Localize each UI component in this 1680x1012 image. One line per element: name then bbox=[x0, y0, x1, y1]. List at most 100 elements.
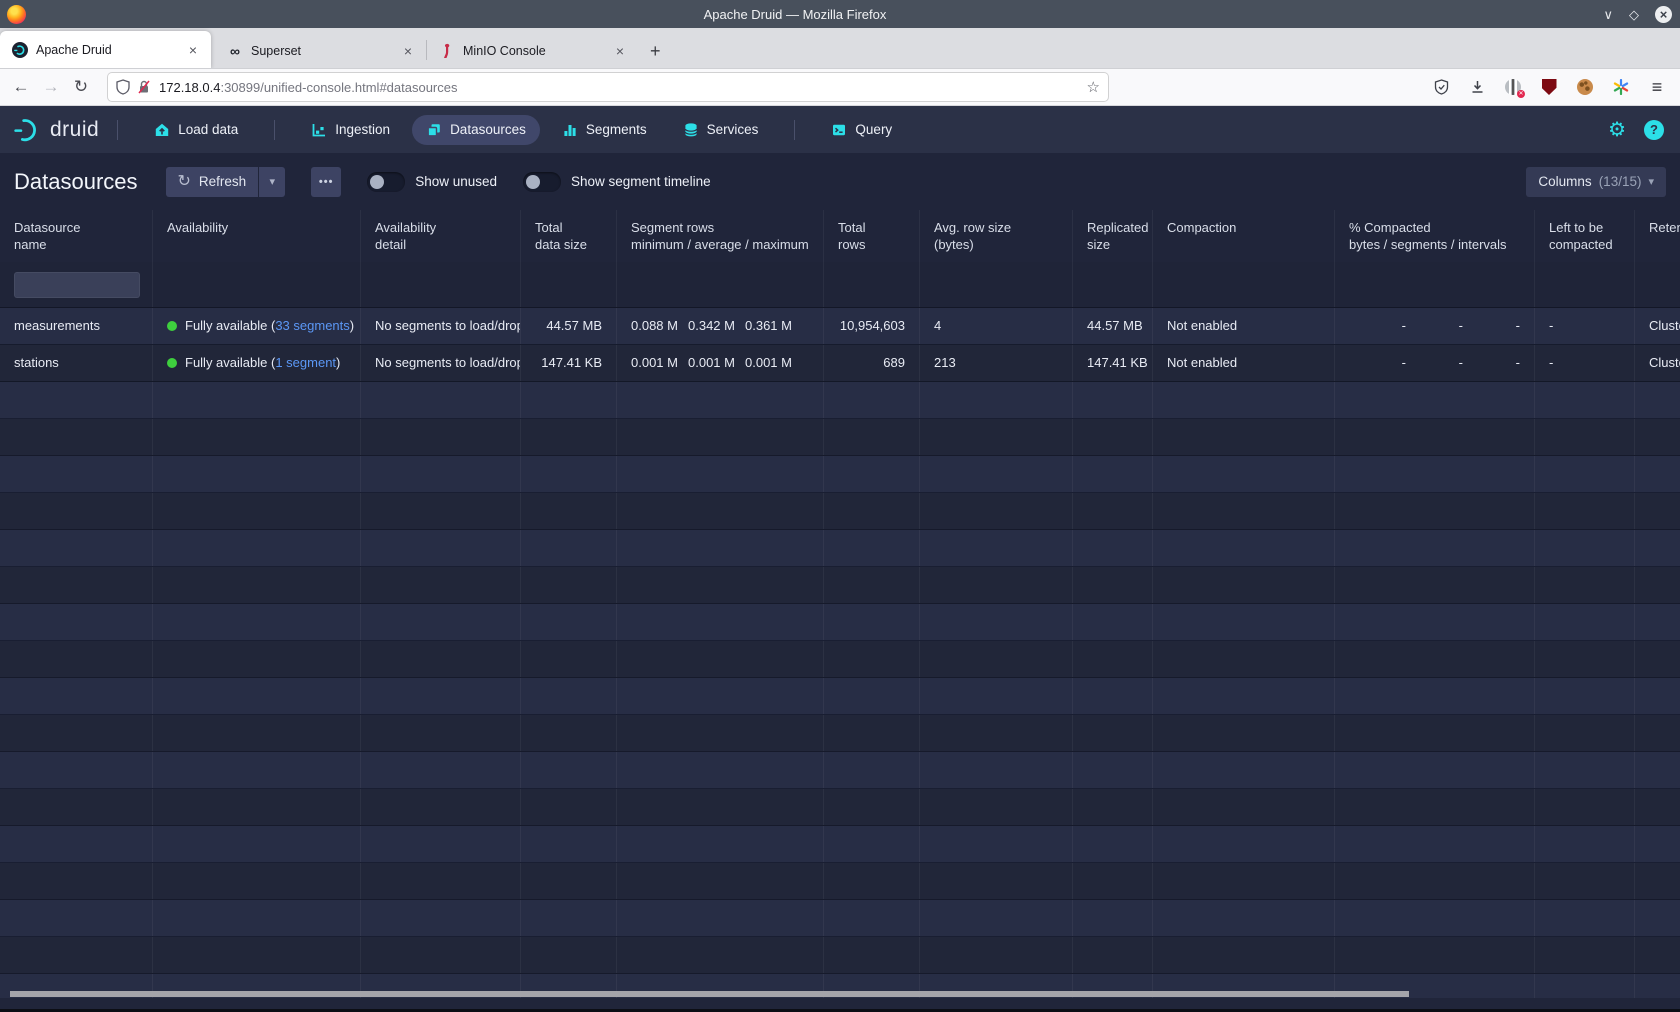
window-minimize-icon[interactable]: ∨ bbox=[1603, 8, 1613, 21]
nav-datasources[interactable]: Datasources bbox=[412, 115, 540, 145]
cell-retention[interactable]: Cluster default: loadForever bbox=[1635, 345, 1680, 381]
empty-cell bbox=[617, 567, 824, 603]
table-row-empty bbox=[0, 382, 1680, 419]
empty-cell bbox=[1635, 678, 1680, 714]
tab-close-icon[interactable]: × bbox=[612, 43, 628, 59]
column-header-total-rows[interactable]: Totalrows bbox=[824, 210, 920, 262]
nav-segments[interactable]: Segments bbox=[548, 115, 661, 145]
empty-cell bbox=[617, 456, 824, 492]
tab-close-icon[interactable]: × bbox=[400, 43, 416, 59]
column-header-segment-rows[interactable]: Segment rowsminimum / average / maximum bbox=[617, 210, 824, 262]
column-header-datasource-name[interactable]: Datasourcename bbox=[0, 210, 153, 262]
segments-link[interactable]: 33 segments bbox=[275, 318, 349, 333]
show-segment-timeline-toggle[interactable] bbox=[523, 172, 561, 192]
cell-total-rows: 689 bbox=[824, 345, 920, 381]
empty-cell bbox=[1335, 937, 1535, 973]
datasource-filter-input[interactable] bbox=[14, 272, 140, 298]
druid-brand[interactable]: druid bbox=[14, 117, 99, 143]
table-row-empty bbox=[0, 900, 1680, 937]
help-icon[interactable]: ? bbox=[1644, 120, 1664, 140]
empty-cell bbox=[1153, 641, 1335, 677]
empty-cell bbox=[0, 937, 153, 973]
show-unused-toggle[interactable] bbox=[367, 172, 405, 192]
bookmark-star-icon[interactable]: ☆ bbox=[1087, 78, 1100, 96]
tab-apache-druid[interactable]: Apache Druid × bbox=[0, 31, 211, 68]
url-input[interactable]: 172.18.0.4:30899/unified-console.html#da… bbox=[159, 80, 1087, 95]
table-filter-row bbox=[0, 262, 1680, 308]
empty-cell bbox=[617, 641, 824, 677]
column-header-availability[interactable]: Availability bbox=[153, 210, 361, 262]
cell-segment-rows: 0.088 M0.342 M0.361 M bbox=[617, 308, 824, 344]
column-header-replicated-size[interactable]: Replicatedsize bbox=[1073, 210, 1153, 262]
column-header-pct-compacted[interactable]: % Compactedbytes / segments / intervals bbox=[1335, 210, 1535, 262]
nav-load-data[interactable]: Load data bbox=[140, 115, 252, 145]
account-shield-icon[interactable] bbox=[1432, 78, 1450, 96]
window-close-icon[interactable]: × bbox=[1655, 6, 1672, 23]
settings-gear-icon[interactable]: ⚙ bbox=[1608, 120, 1626, 140]
insecure-lock-icon[interactable] bbox=[137, 79, 151, 95]
empty-cell bbox=[0, 678, 153, 714]
tab-close-icon[interactable]: × bbox=[185, 42, 201, 58]
extension-icon[interactable]: ✕ bbox=[1504, 78, 1522, 96]
horizontal-scrollbar[interactable] bbox=[10, 991, 1409, 997]
url-path: :30899/unified-console.html#datasources bbox=[220, 80, 457, 95]
new-tab-button[interactable]: + bbox=[638, 41, 673, 62]
empty-cell bbox=[920, 937, 1073, 973]
cell-datasource-name[interactable]: measurements bbox=[0, 308, 153, 344]
cell-compaction: Not enabled bbox=[1153, 308, 1335, 344]
datasources-icon bbox=[426, 122, 442, 138]
empty-cell bbox=[1635, 752, 1680, 788]
empty-cell bbox=[361, 493, 521, 529]
segments-link[interactable]: 1 segment bbox=[275, 355, 336, 370]
cell-retention[interactable]: Cluster default: loadForever bbox=[1635, 308, 1680, 344]
downloads-icon[interactable] bbox=[1468, 78, 1486, 96]
empty-cell bbox=[920, 789, 1073, 825]
column-header-total-data-size[interactable]: Totaldata size bbox=[521, 210, 617, 262]
empty-cell bbox=[1335, 826, 1535, 862]
empty-cell bbox=[920, 456, 1073, 492]
window-maximize-icon[interactable]: ◇ bbox=[1629, 8, 1639, 21]
nav-query[interactable]: Query bbox=[817, 115, 906, 145]
refresh-dropdown-button[interactable]: ▾ bbox=[259, 167, 285, 197]
cell-datasource-name[interactable]: stations bbox=[0, 345, 153, 381]
ublock-origin-icon[interactable] bbox=[1540, 78, 1558, 96]
tracking-protection-shield-icon[interactable] bbox=[116, 79, 130, 95]
column-header-avg-row-size[interactable]: Avg. row size(bytes) bbox=[920, 210, 1073, 262]
hamburger-menu-icon[interactable]: ≡ bbox=[1648, 78, 1666, 96]
table-row-empty bbox=[0, 530, 1680, 567]
consent-manager-icon[interactable] bbox=[1612, 78, 1630, 96]
empty-cell bbox=[0, 382, 153, 418]
empty-cell bbox=[153, 456, 361, 492]
cookie-icon[interactable] bbox=[1576, 78, 1594, 96]
column-header-left-to-be-compacted[interactable]: Left to becompacted bbox=[1535, 210, 1635, 262]
pct-compacted-value: - bbox=[1406, 308, 1463, 344]
url-bar[interactable]: 172.18.0.4:30899/unified-console.html#da… bbox=[108, 73, 1108, 101]
tab-superset[interactable]: ∞ Superset × bbox=[215, 34, 426, 68]
columns-button[interactable]: Columns (13/15) ▾ bbox=[1526, 167, 1666, 197]
nav-services[interactable]: Services bbox=[669, 115, 773, 145]
columns-count: (13/15) bbox=[1599, 174, 1642, 189]
back-button[interactable]: ← bbox=[6, 77, 36, 97]
empty-cell bbox=[617, 937, 824, 973]
url-host: 172.18.0.4 bbox=[159, 80, 220, 95]
column-header-text: Replicated bbox=[1087, 219, 1138, 236]
empty-cell bbox=[1535, 752, 1635, 788]
reload-button[interactable]: ↻ bbox=[66, 77, 96, 97]
empty-cell bbox=[153, 641, 361, 677]
refresh-button[interactable]: ↻ Refresh bbox=[166, 167, 259, 197]
empty-cell bbox=[1535, 641, 1635, 677]
empty-cell bbox=[361, 715, 521, 751]
column-header-availability-detail[interactable]: Availabilitydetail bbox=[361, 210, 521, 262]
pct-compacted-value: - bbox=[1463, 345, 1520, 381]
column-header-retention[interactable]: Retention bbox=[1635, 210, 1680, 262]
tab-minio-console[interactable]: MinIO Console × bbox=[427, 34, 638, 68]
toggle-knob bbox=[526, 175, 540, 189]
empty-cell bbox=[0, 530, 153, 566]
more-actions-button[interactable]: ••• bbox=[311, 167, 341, 197]
column-header-text: minimum / average / maximum bbox=[631, 236, 809, 253]
table-row-measurements: measurementsFully available (33 segments… bbox=[0, 308, 1680, 345]
column-header-compaction[interactable]: Compaction bbox=[1153, 210, 1335, 262]
nav-ingestion[interactable]: Ingestion bbox=[297, 115, 404, 145]
forward-button[interactable]: → bbox=[36, 77, 66, 97]
cell-segment-rows: 0.001 M0.001 M0.001 M bbox=[617, 345, 824, 381]
